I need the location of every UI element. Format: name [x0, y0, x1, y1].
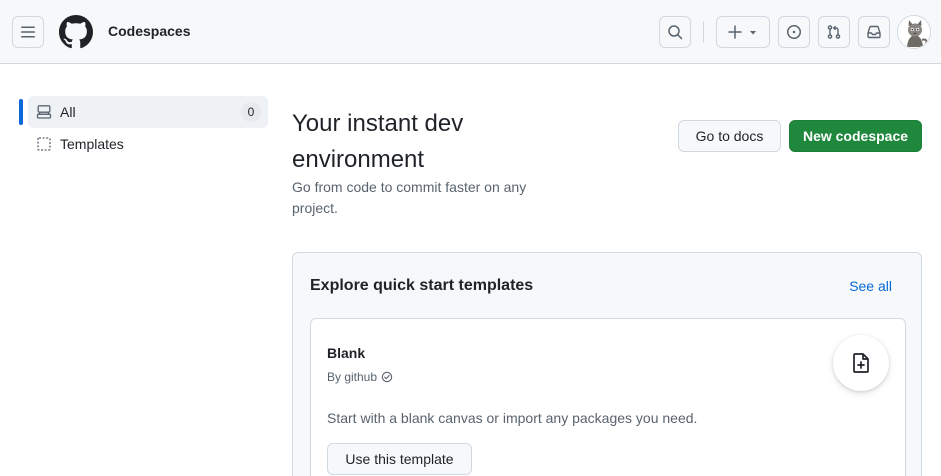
github-logo[interactable]: [59, 15, 93, 49]
sidebar-item-label: Templates: [60, 136, 124, 152]
page-title: Your instant dev environment: [292, 110, 464, 173]
page-subtitle: Go from code to commit faster on any pro…: [292, 179, 527, 216]
template-name[interactable]: Blank: [327, 345, 365, 361]
plus-icon: [728, 25, 742, 39]
header-divider: [703, 21, 704, 43]
template-icon: [36, 136, 52, 152]
inbox-button[interactable]: [858, 16, 890, 48]
server-icon: [36, 104, 52, 120]
author-label: By github: [327, 370, 378, 384]
app-header: Codespaces: [0, 0, 941, 64]
see-all-link[interactable]: See all: [849, 278, 892, 294]
issues-button[interactable]: [778, 16, 810, 48]
user-avatar[interactable]: [897, 15, 931, 49]
verified-icon: [381, 371, 393, 383]
active-nav-indicator: [19, 99, 23, 125]
template-author: By github: [327, 370, 393, 384]
search-button[interactable]: [659, 16, 691, 48]
use-this-template-button[interactable]: Use this template: [327, 443, 472, 475]
count-badge: 0: [241, 102, 261, 122]
avatar-image: [898, 16, 930, 48]
template-icon-badge: [833, 335, 889, 391]
go-to-docs-button[interactable]: Go to docs: [678, 120, 781, 152]
section-heading: Explore quick start templates: [310, 277, 534, 294]
issue-icon: [787, 25, 801, 39]
menu-icon: [21, 26, 35, 38]
file-added-icon: [853, 353, 869, 373]
quick-start-templates-panel: Explore quick start templates See all Bl…: [292, 252, 922, 476]
search-icon: [668, 25, 683, 40]
sidebar-item-all[interactable]: All 0: [28, 96, 268, 128]
pull-request-icon: [827, 25, 841, 39]
template-description: Start with a blank canvas or import any …: [327, 410, 698, 426]
sidebar-item-templates[interactable]: Templates: [28, 128, 268, 160]
menu-button[interactable]: [12, 16, 44, 48]
new-codespace-button[interactable]: New codespace: [789, 120, 922, 152]
template-card-blank: Blank By github Start with a blank canva…: [310, 318, 906, 476]
create-new-button[interactable]: [716, 16, 770, 48]
inbox-icon: [867, 25, 881, 39]
sidebar-item-label: All: [60, 104, 76, 120]
triangle-down-icon: [750, 31, 756, 35]
pull-requests-button[interactable]: [818, 16, 850, 48]
context-title[interactable]: Codespaces: [108, 23, 190, 39]
